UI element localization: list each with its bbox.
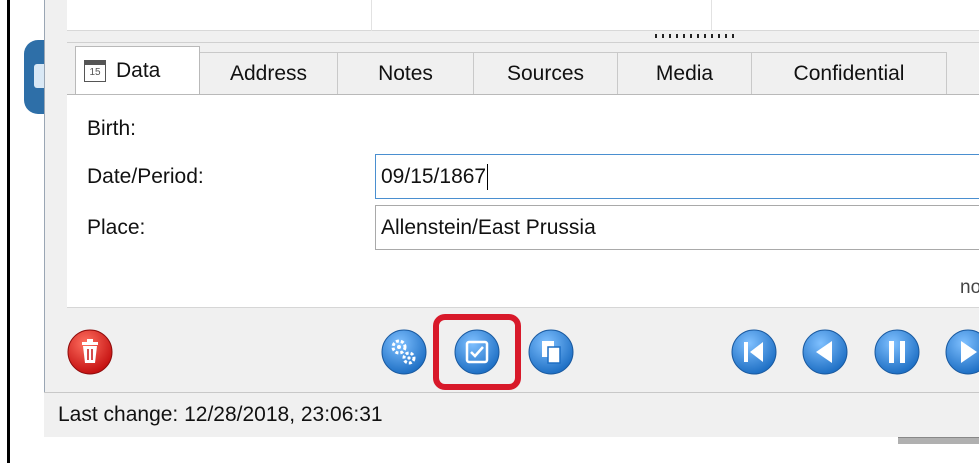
place-value: Allenstein/East Prussia: [381, 215, 596, 239]
tab-label: Notes: [378, 61, 433, 85]
next-record-button[interactable]: [945, 329, 979, 375]
gears-icon: [381, 329, 427, 375]
splitter-grip-icon: [655, 34, 735, 38]
window: 15 Data Address Notes Sources Media Conf…: [10, 0, 979, 463]
highlight-box: [433, 314, 521, 390]
pause-button[interactable]: [874, 329, 920, 375]
copy-button[interactable]: [528, 329, 574, 375]
tab-media[interactable]: Media: [618, 52, 752, 94]
tab-content-data: Birth: Date/Period: 09/15/1867 Place: Al…: [67, 94, 979, 308]
records-grid[interactable]: [67, 0, 979, 31]
date-period-value: 09/15/1867: [381, 164, 487, 188]
dialog-panel: 15 Data Address Notes Sources Media Conf…: [44, 0, 979, 437]
settings-button[interactable]: [381, 329, 427, 375]
grid-column-divider: [371, 0, 372, 31]
place-field[interactable]: Allenstein/East Prussia: [375, 205, 979, 250]
trash-icon: [67, 329, 113, 375]
tab-confidential[interactable]: Confidential: [752, 52, 947, 94]
triangle-right-icon: [945, 329, 979, 375]
tab-label: Media: [655, 61, 714, 85]
tab-label: Confidential: [793, 61, 905, 85]
date-period-label: Date/Period:: [87, 165, 204, 188]
window-edge: [898, 437, 979, 444]
status-bar: Last change: 12/28/2018, 23:06:31: [44, 392, 979, 437]
last-change-text: Last change: 12/28/2018, 23:06:31: [58, 403, 383, 426]
tab-address[interactable]: Address: [200, 52, 338, 94]
text-caret: [487, 163, 489, 190]
delete-button[interactable]: [67, 329, 113, 375]
clipped-label: no: [960, 277, 979, 298]
calendar-icon: 15: [84, 59, 106, 82]
bottom-strip: [22, 449, 979, 463]
grid-column-divider: [711, 0, 712, 31]
tab-label: Data: [116, 58, 161, 82]
record-toolbar: [67, 314, 979, 392]
triangle-left-icon: [802, 329, 848, 375]
skip-first-icon: [731, 329, 777, 375]
first-record-button[interactable]: [731, 329, 777, 375]
splitter-handle[interactable]: [67, 31, 979, 43]
pause-icon: [874, 329, 920, 375]
tab-data[interactable]: 15 Data: [75, 46, 200, 94]
tab-label: Sources: [506, 61, 585, 85]
place-label: Place:: [87, 216, 146, 239]
birth-section-label: Birth:: [87, 117, 137, 140]
tab-bar: 15 Data Address Notes Sources Media Conf…: [67, 46, 979, 98]
previous-record-button[interactable]: [802, 329, 848, 375]
copy-icon: [528, 329, 574, 375]
tab-notes[interactable]: Notes: [338, 52, 474, 94]
tab-label: Address: [229, 61, 308, 85]
date-period-field[interactable]: 09/15/1867: [375, 154, 979, 199]
tab-sources[interactable]: Sources: [474, 52, 618, 94]
